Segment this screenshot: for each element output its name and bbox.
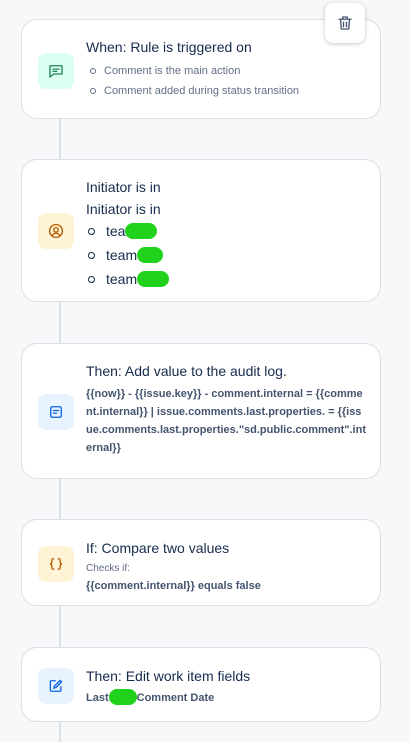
edit-detail: Last Comment Date [86, 688, 366, 707]
trigger-condition-item: Comment is the main action [86, 61, 366, 81]
initiator-subtitle: Initiator is in [86, 201, 161, 217]
edit-title: Then: Edit work item fields [86, 668, 251, 684]
flow-connector [59, 605, 61, 648]
team-list-item: team [86, 243, 366, 267]
team-name: team [106, 247, 138, 263]
trigger-title: When: Rule is triggered on [86, 39, 252, 55]
audit-icon-box [38, 394, 74, 430]
flow-connector [59, 478, 61, 520]
edit-icon-box [38, 668, 74, 704]
compare-detail: {{comment.internal}} equals false [86, 580, 261, 592]
edit-detail-prefix: Last [86, 692, 109, 704]
edit-detail-suffix: Comment Date [136, 692, 215, 704]
compare-icon-box [38, 546, 74, 582]
trigger-conditions: Comment is the main action Comment added… [86, 61, 366, 101]
delete-button[interactable] [325, 3, 365, 43]
compare-checks-label: Checks if: [86, 563, 130, 574]
braces-icon [49, 558, 63, 570]
flow-connector [59, 301, 61, 344]
comment-icon [49, 65, 63, 78]
initiator-icon-box [38, 213, 74, 249]
trash-icon [338, 16, 352, 30]
edit-icon [49, 679, 63, 692]
team-list-item: tea [86, 219, 366, 243]
trigger-icon-box [38, 53, 74, 89]
flow-connector [59, 118, 61, 160]
trigger-condition-item: Comment added during status transition [86, 81, 366, 101]
redaction-mark [108, 688, 137, 705]
team-name: team [106, 271, 138, 287]
redaction-mark [137, 270, 170, 287]
user-circle-icon [48, 223, 64, 239]
flow-connector [59, 721, 61, 742]
audit-log-card[interactable]: Then: Add value to the audit log. {{now}… [21, 343, 381, 479]
compare-title: If: Compare two values [86, 540, 230, 556]
initiator-condition-card[interactable]: Initiator is in Initiator is in tea team… [21, 159, 381, 302]
team-name: tea [106, 223, 126, 239]
team-list: tea team team [86, 219, 366, 291]
audit-title: Then: Add value to the audit log. [86, 363, 287, 379]
edit-fields-card[interactable]: Then: Edit work item fields Last Comment … [21, 647, 381, 722]
redaction-mark [137, 246, 164, 263]
redaction-mark [125, 222, 158, 239]
compare-condition-card[interactable]: If: Compare two values Checks if: {{comm… [21, 519, 381, 606]
team-list-item: team [86, 267, 366, 291]
audit-detail: {{now}} - {{issue.key}} - comment.intern… [86, 388, 366, 454]
audit-log-icon [50, 406, 62, 418]
initiator-title: Initiator is in [86, 179, 161, 195]
